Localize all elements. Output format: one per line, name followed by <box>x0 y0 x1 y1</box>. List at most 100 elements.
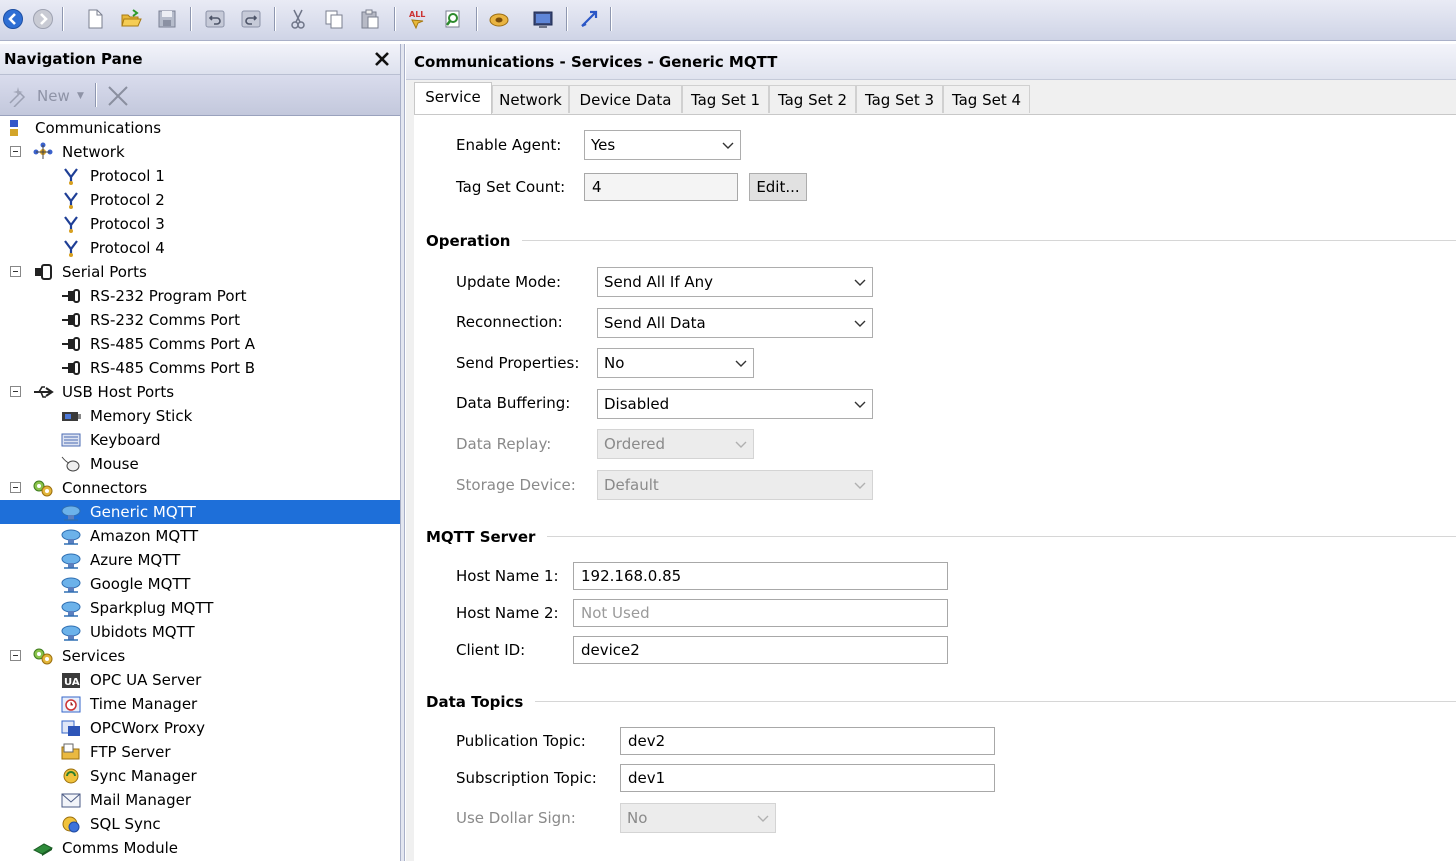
tab-tag-set-3[interactable]: Tag Set 3 <box>856 85 943 113</box>
tree-item-comms-module[interactable]: Comms Module <box>0 836 400 860</box>
paste-icon[interactable] <box>359 8 381 30</box>
pane-splitter[interactable] <box>400 44 405 861</box>
forward-icon[interactable] <box>32 8 54 30</box>
tree-item-sync-manager[interactable]: Sync Manager <box>0 764 400 788</box>
send-properties-select[interactable]: No <box>597 348 754 378</box>
reconnection-select[interactable]: Send All Data <box>597 308 873 338</box>
publication-topic-input[interactable]: dev2 <box>620 727 995 755</box>
save-icon[interactable] <box>156 8 178 30</box>
tree-item-ubidots-mqtt[interactable]: Ubidots MQTT <box>0 620 400 644</box>
tree-item-opc-ua-server[interactable]: UA OPC UA Server <box>0 668 400 692</box>
tree-item-time-manager[interactable]: Time Manager <box>0 692 400 716</box>
use-dollar-sign-label: Use Dollar Sign: <box>456 809 576 827</box>
chevron-down-icon <box>757 815 769 822</box>
mqtt-cloud-icon <box>60 574 82 594</box>
storage-device-value: Default <box>604 476 659 494</box>
back-icon[interactable] <box>2 8 24 30</box>
tree-item-rs-485-comms-port-b[interactable]: RS-485 Comms Port B <box>0 356 400 380</box>
update-mode-select[interactable]: Send All If Any <box>597 267 873 297</box>
tree-item-mail-manager[interactable]: Mail Manager <box>0 788 400 812</box>
tab-network[interactable]: Network <box>492 85 569 113</box>
tree-item-memory-stick[interactable]: Memory Stick <box>0 404 400 428</box>
collapse-toggle-icon[interactable] <box>10 386 21 397</box>
send-icon[interactable] <box>578 8 600 30</box>
redo-icon[interactable] <box>240 8 262 30</box>
use-dollar-sign-value: No <box>627 809 648 827</box>
tree-item-rs-485-comms-port-a[interactable]: RS-485 Comms Port A <box>0 332 400 356</box>
subscription-topic-label: Subscription Topic: <box>456 769 597 787</box>
tree-item-rs-232-program-port[interactable]: RS-232 Program Port <box>0 284 400 308</box>
enable-agent-select[interactable]: Yes <box>584 130 741 160</box>
tree-item-serial-ports[interactable]: Serial Ports <box>0 260 400 284</box>
collapse-toggle-icon[interactable] <box>10 266 21 277</box>
collapse-toggle-icon[interactable] <box>10 146 21 157</box>
tree-item-sql-sync[interactable]: SQL Sync <box>0 812 400 836</box>
subscription-topic-input[interactable]: dev1 <box>620 764 995 792</box>
tree-item-google-mqtt[interactable]: Google MQTT <box>0 572 400 596</box>
collapse-toggle-icon[interactable] <box>10 482 21 493</box>
nav-pane-title: Navigation Pane <box>0 44 400 75</box>
services-icon <box>32 646 54 666</box>
storage-device-label: Storage Device: <box>456 476 576 494</box>
open-folder-icon[interactable] <box>120 8 142 30</box>
data-replay-label: Data Replay: <box>456 435 552 453</box>
data-topics-group-title: Data Topics <box>426 692 536 712</box>
tree-item-amazon-mqtt[interactable]: Amazon MQTT <box>0 524 400 548</box>
tree-item-label: Generic MQTT <box>90 503 196 521</box>
mqtt-cloud-icon <box>60 598 82 618</box>
close-icon[interactable] <box>372 49 392 69</box>
dropdown-arrow-icon[interactable]: ▼ <box>77 85 84 107</box>
tree-item-mouse[interactable]: Mouse <box>0 452 400 476</box>
tab-service[interactable]: Service <box>414 82 492 114</box>
tree-item-communications[interactable]: Communications <box>0 116 400 140</box>
collapse-toggle-icon[interactable] <box>10 650 21 661</box>
storage-device-select: Default <box>597 470 873 500</box>
cut-icon[interactable] <box>287 8 309 30</box>
display-icon[interactable] <box>532 8 554 30</box>
tree-item-generic-mqtt[interactable]: Generic MQTT <box>0 500 400 524</box>
tree-item-protocol-1[interactable]: Protocol 1 <box>0 164 400 188</box>
tree-item-protocol-4[interactable]: Protocol 4 <box>0 236 400 260</box>
tab-tag-set-4[interactable]: Tag Set 4 <box>943 85 1030 113</box>
client-id-input[interactable]: device2 <box>573 636 948 664</box>
data-replay-select: Ordered <box>597 429 754 459</box>
tree-item-usb-host-ports[interactable]: USB Host Ports <box>0 380 400 404</box>
host-name-1-input[interactable]: 192.168.0.85 <box>573 562 948 590</box>
tag-set-count-field[interactable]: 4 <box>584 173 738 201</box>
tree-item-opcworx-proxy[interactable]: OPCWorx Proxy <box>0 716 400 740</box>
tree-item-services[interactable]: Services <box>0 644 400 668</box>
tree-item-rs-232-comms-port[interactable]: RS-232 Comms Port <box>0 308 400 332</box>
tree-item-sparkplug-mqtt[interactable]: Sparkplug MQTT <box>0 596 400 620</box>
opcworx-icon <box>60 718 82 738</box>
edit-button[interactable]: Edit... <box>749 173 807 201</box>
tab-tag-set-1[interactable]: Tag Set 1 <box>682 85 769 113</box>
tree-item-azure-mqtt[interactable]: Azure MQTT <box>0 548 400 572</box>
tree-item-label: Memory Stick <box>90 407 193 425</box>
tree-item-label: Network <box>62 143 125 161</box>
copy-icon[interactable] <box>323 8 345 30</box>
link-icon[interactable] <box>488 8 510 30</box>
tree-item-label: Protocol 3 <box>90 215 165 233</box>
enable-agent-label: Enable Agent: <box>456 136 562 154</box>
new-file-icon[interactable] <box>84 8 106 30</box>
data-buffering-select[interactable]: Disabled <box>597 389 873 419</box>
delete-icon[interactable] <box>106 84 130 108</box>
tree-item-label: Serial Ports <box>62 263 147 281</box>
tree-item-network[interactable]: Network <box>0 140 400 164</box>
compile-all-icon[interactable]: ALL <box>406 8 428 30</box>
tab-device-data[interactable]: Device Data <box>569 85 682 113</box>
tree-item-label: RS-485 Comms Port B <box>90 359 256 377</box>
reconnection-label: Reconnection: <box>456 313 563 331</box>
undo-icon[interactable] <box>204 8 226 30</box>
find-icon[interactable] <box>442 8 464 30</box>
navigation-tree: Communications Network Protocol 1 Protocol … <box>0 116 400 861</box>
host-name-2-input[interactable]: Not Used <box>573 599 948 627</box>
tree-item-protocol-3[interactable]: Protocol 3 <box>0 212 400 236</box>
tree-item-protocol-2[interactable]: Protocol 2 <box>0 188 400 212</box>
tab-tag-set-2[interactable]: Tag Set 2 <box>769 85 856 113</box>
host-name-2-label: Host Name 2: <box>456 604 559 622</box>
tree-item-ftp-server[interactable]: FTP Server <box>0 740 400 764</box>
tree-item-keyboard[interactable]: Keyboard <box>0 428 400 452</box>
tree-item-label: Protocol 2 <box>90 191 165 209</box>
tree-item-connectors[interactable]: Connectors <box>0 476 400 500</box>
